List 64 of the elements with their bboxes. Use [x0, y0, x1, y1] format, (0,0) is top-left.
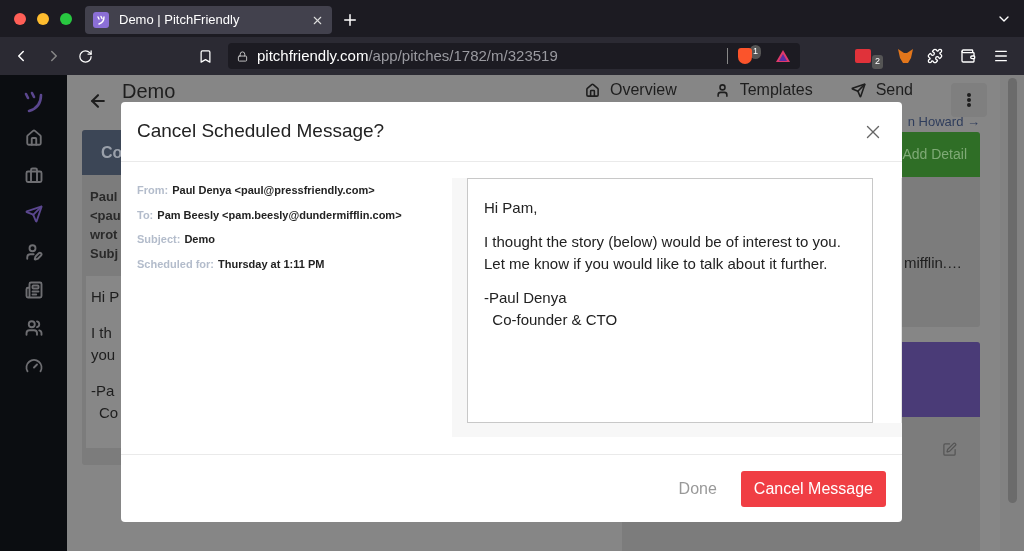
browser-tab[interactable]: Demo | PitchFriendly	[85, 6, 332, 34]
message-preview-text: Hi P	[91, 287, 120, 307]
field-value: Paul Denya <paul@pressfriendly.com>	[172, 183, 375, 198]
scrollbar[interactable]	[1000, 75, 1024, 551]
briefcase-icon[interactable]	[24, 167, 43, 185]
more-icon	[967, 93, 971, 107]
url-text: pitchfriendly.com/app/pitches/1782/m/323519	[257, 45, 559, 66]
triangle-icon[interactable]	[775, 49, 791, 63]
dialog-title: Cancel Scheduled Message?	[137, 119, 385, 144]
maximize-window-control[interactable]	[60, 12, 72, 25]
page-title: Demo	[122, 79, 176, 103]
contact-link[interactable]: n Howard →	[907, 112, 980, 132]
message-meta-text: wrot	[90, 227, 118, 243]
more-button[interactable]	[951, 83, 987, 117]
cancel-message-button[interactable]: Cancel Message	[740, 470, 886, 507]
address-bar[interactable]: pitchfriendly.com/app/pitches/1782/m/323519 1	[228, 43, 800, 69]
message-meta-text: Subj	[90, 246, 119, 262]
message-text: Co-founder & CTO	[491, 310, 619, 330]
close-window-control[interactable]	[14, 12, 26, 25]
card-header-text: Co	[101, 142, 123, 163]
users-icon[interactable]	[24, 319, 43, 337]
send-icon	[850, 82, 866, 98]
gauge-icon[interactable]	[24, 357, 43, 375]
menu-icon[interactable]	[993, 48, 1009, 64]
minimize-window-control[interactable]	[37, 12, 49, 25]
field-value: Thursday at 1:11 PM	[218, 256, 325, 272]
extension-count: 2	[872, 55, 883, 69]
message-preview-text: you	[91, 345, 116, 365]
message-preview-text: -Pa	[91, 381, 115, 401]
bookmark-icon[interactable]	[198, 48, 213, 64]
send-icon[interactable]	[24, 205, 43, 223]
field-label: Scheduled for:	[137, 256, 214, 272]
fox-icon[interactable]	[897, 48, 914, 64]
user-edit-icon[interactable]	[24, 243, 43, 261]
field-value: Demo	[184, 232, 215, 247]
app-logo-icon[interactable]	[23, 91, 44, 113]
wallet-icon[interactable]	[960, 48, 976, 64]
field-value: Pam Beesly <pam.beesly@dundermifflin.com>	[157, 207, 402, 223]
reload-icon[interactable]	[78, 48, 93, 64]
message-meta-text: Paul	[90, 189, 118, 205]
message-meta-text: <pau	[90, 208, 121, 224]
home-icon	[585, 82, 600, 98]
shield-icon[interactable]	[738, 48, 752, 64]
new-tab-icon[interactable]	[341, 11, 359, 29]
app-logo-icon	[93, 12, 109, 28]
message-preview-text: Co	[99, 403, 119, 423]
tab-title: Demo | PitchFriendly	[119, 11, 241, 30]
nav-link[interactable]: Templates	[714, 81, 813, 99]
lock-icon	[237, 50, 248, 62]
field-label: Subject:	[137, 232, 181, 247]
message-text: I thought the story (below) would be of interest to you. Let me know if you would like to talk about it further.	[484, 232, 842, 274]
detail-text: mifflin.…	[903, 253, 962, 273]
user-icon	[714, 82, 730, 98]
extensions-icon[interactable]	[927, 48, 943, 64]
message-text: Hi Pam,	[484, 198, 539, 218]
message-text: -Paul Denya	[484, 288, 568, 308]
message-preview-text: I th	[91, 323, 112, 343]
newspaper-icon[interactable]	[24, 281, 43, 299]
field-label: To:	[137, 207, 154, 223]
field-label: From:	[137, 183, 169, 198]
done-button[interactable]: Done	[674, 476, 721, 501]
home-icon[interactable]	[24, 129, 43, 147]
nav-link[interactable]: Send	[850, 81, 913, 99]
nav-link[interactable]: Overview	[585, 81, 677, 99]
